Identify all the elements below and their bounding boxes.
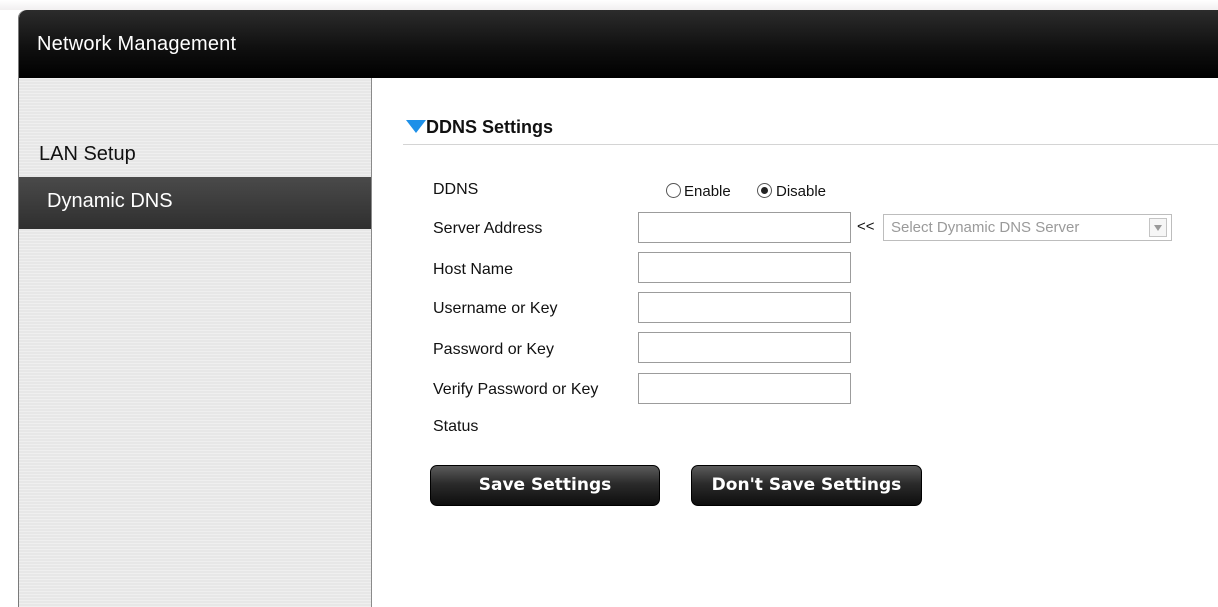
username-label: Username or Key: [433, 300, 558, 317]
server-address-label: Server Address: [433, 220, 543, 237]
section-title: DDNS Settings: [426, 117, 554, 137]
enable-radio-label[interactable]: Enable: [684, 183, 731, 200]
sidebar-item-lan-setup[interactable]: LAN Setup: [19, 130, 371, 178]
host-name-input[interactable]: [638, 252, 851, 283]
window-title: Network Management: [37, 33, 237, 55]
main-content: DDNS Settings DDNS Enable Disable Server…: [373, 78, 1218, 607]
server-prefix-arrows: <<: [857, 218, 875, 235]
sidebar-item-label: Dynamic DNS: [47, 190, 173, 212]
sidebar: LAN Setup Dynamic DNS: [19, 78, 372, 607]
save-settings-button[interactable]: Save Settings: [430, 465, 660, 506]
ddns-server-select[interactable]: Select Dynamic DNS Server: [883, 214, 1172, 241]
verify-password-label: Verify Password or Key: [433, 381, 599, 398]
sidebar-item-dynamic-dns[interactable]: Dynamic DNS: [19, 177, 371, 229]
server-address-input[interactable]: [638, 212, 851, 243]
password-label: Password or Key: [433, 341, 554, 358]
dont-save-settings-button[interactable]: Don't Save Settings: [691, 465, 922, 506]
section-header: DDNS Settings: [403, 114, 1218, 145]
ddns-label: DDNS: [433, 181, 479, 198]
network-management-window: Network Management LAN Setup Dynamic DNS…: [18, 10, 1218, 607]
sidebar-item-label: LAN Setup: [39, 143, 136, 165]
host-name-label: Host Name: [433, 261, 514, 278]
username-input[interactable]: [638, 292, 851, 323]
ddns-server-select-value: Select Dynamic DNS Server: [891, 219, 1080, 236]
triangle-down-icon[interactable]: [406, 120, 426, 133]
verify-password-input[interactable]: [638, 373, 851, 404]
password-input[interactable]: [638, 332, 851, 363]
disable-radio[interactable]: [757, 183, 772, 198]
chevron-down-icon[interactable]: [1149, 218, 1167, 237]
disable-radio-label[interactable]: Disable: [776, 183, 826, 200]
status-label: Status: [433, 418, 479, 435]
title-bar: Network Management: [19, 10, 1218, 78]
enable-radio[interactable]: [666, 183, 681, 198]
top-strip: [0, 0, 1218, 10]
